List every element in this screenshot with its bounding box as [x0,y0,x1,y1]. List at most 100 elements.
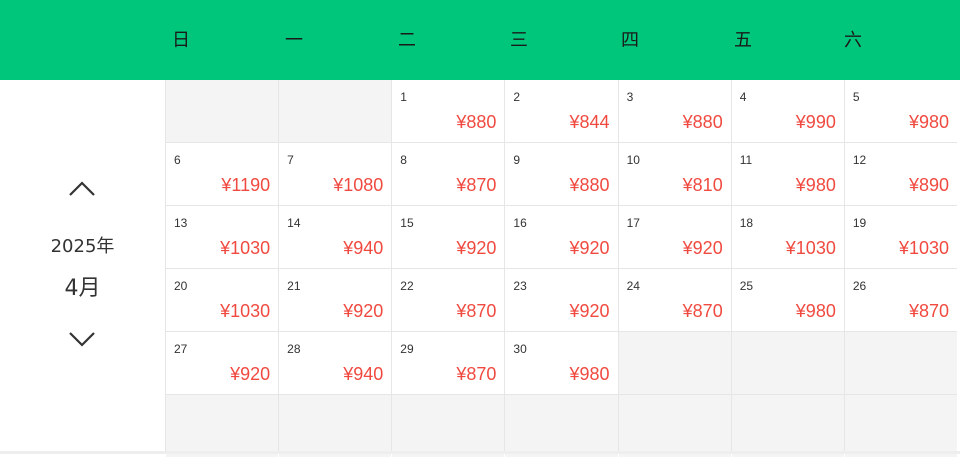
day-cell[interactable]: 15 ¥920 [392,206,505,268]
day-cell[interactable]: 13 ¥1030 [166,206,279,268]
day-price: ¥890 [908,175,949,195]
month-label: 4月 [64,276,101,301]
month-navigator: 2025年 4月 [0,80,165,454]
day-cell[interactable]: 21 ¥920 [279,269,392,331]
day-cell[interactable]: 12 ¥890 [844,143,957,205]
day-number: 2 [513,90,521,104]
day-price: ¥1030 [785,238,836,258]
day-cell[interactable]: 2 ¥844 [505,80,618,142]
day-number: 12 [852,153,867,167]
day-number: 4 [739,90,747,104]
day-number: 5 [852,90,860,104]
empty-cell [279,395,392,457]
day-number: 7 [287,153,294,167]
day-price: ¥870 [456,301,497,321]
day-number: 16 [513,216,527,230]
day-cell[interactable]: 22 ¥870 [392,269,505,331]
chevron-down-icon [69,332,95,347]
day-number: 17 [626,216,640,230]
weekday-tue: 二 [398,30,416,51]
day-cell[interactable]: 8 ¥870 [392,143,505,205]
day-price: ¥1080 [333,175,384,195]
empty-cell [166,395,279,457]
day-price: ¥920 [456,238,497,258]
day-cell[interactable]: 26 ¥870 [844,269,957,331]
day-price: ¥920 [682,238,723,258]
empty-cell [505,395,618,457]
day-cell[interactable]: 11 ¥980 [731,143,844,205]
day-price: ¥880 [569,175,610,195]
day-cell[interactable]: 23 ¥920 [505,269,618,331]
weekday-fri: 五 [734,30,752,51]
empty-cell [618,332,731,394]
weekday-sun: 日 [172,30,190,51]
day-cell[interactable]: 17 ¥920 [618,206,731,268]
day-cell[interactable]: 5 ¥980 [844,80,957,142]
day-cell[interactable]: 16 ¥920 [505,206,618,268]
day-price: ¥990 [795,112,836,132]
day-price: ¥920 [230,364,271,384]
weekday-thu: 四 [621,30,639,51]
chevron-up-icon [69,181,95,196]
empty-cell [731,395,844,457]
empty-cell [166,80,279,142]
day-number: 18 [739,216,754,230]
day-number: 11 [739,153,753,167]
day-price: ¥1030 [220,238,271,258]
day-price: ¥880 [682,112,723,132]
day-cell[interactable]: 6 ¥1190 [166,143,279,205]
day-cell[interactable]: 1 ¥880 [392,80,505,142]
day-price: ¥920 [569,301,610,321]
day-number: 20 [174,279,188,293]
day-price: ¥920 [569,238,610,258]
day-cell[interactable]: 27 ¥920 [166,332,279,394]
day-cell[interactable]: 29 ¥870 [392,332,505,394]
weekday-sat: 六 [844,30,862,51]
day-number: 27 [174,342,188,356]
day-cell[interactable]: 28 ¥940 [279,332,392,394]
day-cell[interactable]: 20 ¥1030 [166,269,279,331]
day-cell[interactable]: 14 ¥940 [279,206,392,268]
day-price: ¥880 [456,112,497,132]
empty-cell [731,332,844,394]
day-price: ¥980 [908,112,949,132]
day-cell[interactable]: 25 ¥980 [731,269,844,331]
day-cell[interactable]: 4 ¥990 [731,80,844,142]
day-cell[interactable]: 3 ¥880 [618,80,731,142]
day-number: 19 [852,216,867,230]
day-price: ¥870 [456,175,497,195]
day-price: ¥940 [343,238,384,258]
day-number: 29 [400,342,414,356]
day-number: 24 [626,279,640,293]
calendar-grid: 1 ¥880 2 ¥844 3 ¥880 4 ¥990 5 ¥980 6 ¥1190 7 ¥1080 8 ¥8… [165,80,957,457]
empty-cell [392,395,505,457]
day-cell[interactable]: 24 ¥870 [618,269,731,331]
weekday-header: 日 一 二 三 四 五 六 [0,0,960,80]
day-number: 1 [400,90,407,104]
day-cell[interactable]: 10 ¥810 [618,143,731,205]
day-price: ¥870 [682,301,723,321]
day-cell[interactable]: 30 ¥980 [505,332,618,394]
empty-cell [844,332,957,394]
day-cell[interactable]: 18 ¥1030 [731,206,844,268]
day-price: ¥940 [343,364,384,384]
day-price: ¥980 [795,175,836,195]
day-number: 21 [287,279,301,293]
day-cell[interactable]: 19 ¥1030 [844,206,957,268]
day-cell[interactable]: 9 ¥880 [505,143,618,205]
day-price: ¥870 [456,364,497,384]
day-cell[interactable]: 7 ¥1080 [279,143,392,205]
day-price: ¥1190 [221,175,271,195]
prev-month-button[interactable] [66,176,98,200]
empty-cell [844,395,957,457]
day-number: 30 [513,342,527,356]
day-number: 22 [400,279,414,293]
day-price: ¥920 [343,301,384,321]
day-number: 26 [852,279,867,293]
day-price: ¥810 [682,175,723,195]
day-price: ¥980 [569,364,610,384]
weekday-mon: 一 [285,30,303,51]
day-number: 8 [400,153,407,167]
day-number: 14 [287,216,301,230]
next-month-button[interactable] [66,328,98,352]
